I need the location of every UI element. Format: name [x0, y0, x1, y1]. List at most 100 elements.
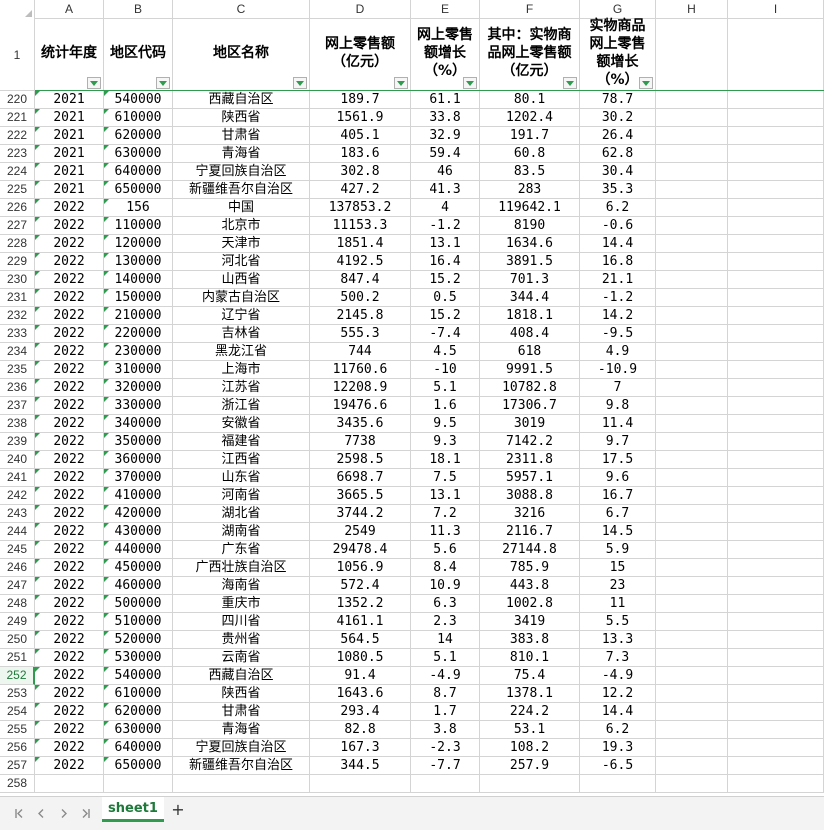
cell-g223[interactable]: 62.8: [580, 145, 656, 163]
cell-a246[interactable]: 2022: [35, 559, 104, 577]
cell-a255[interactable]: 2022: [35, 721, 104, 739]
filter-dropdown-icon[interactable]: [563, 77, 577, 89]
cell-f251[interactable]: 810.1: [480, 649, 580, 667]
column-header-c[interactable]: C: [173, 0, 310, 19]
cell-g239[interactable]: 9.7: [580, 433, 656, 451]
cell-g254[interactable]: 14.4: [580, 703, 656, 721]
cell-e255[interactable]: 3.8: [411, 721, 480, 739]
cell-d258[interactable]: [310, 775, 411, 793]
cell-h234[interactable]: [656, 343, 728, 361]
cell-c248[interactable]: 重庆市: [173, 595, 310, 613]
cell-b223[interactable]: 630000: [104, 145, 173, 163]
cell-d221[interactable]: 1561.9: [310, 109, 411, 127]
header-cell-c[interactable]: 地区名称: [173, 19, 310, 91]
cell-h222[interactable]: [656, 127, 728, 145]
row-header-254[interactable]: 254: [0, 703, 35, 721]
cell-a253[interactable]: 2022: [35, 685, 104, 703]
cell-f224[interactable]: 83.5: [480, 163, 580, 181]
cell-d247[interactable]: 572.4: [310, 577, 411, 595]
cell-d248[interactable]: 1352.2: [310, 595, 411, 613]
cell-d255[interactable]: 82.8: [310, 721, 411, 739]
sheet-tab-sheet1[interactable]: sheet1: [102, 797, 164, 822]
cell-a221[interactable]: 2021: [35, 109, 104, 127]
cell-g245[interactable]: 5.9: [580, 541, 656, 559]
cell-b241[interactable]: 370000: [104, 469, 173, 487]
cell-h241[interactable]: [656, 469, 728, 487]
cell-e246[interactable]: 8.4: [411, 559, 480, 577]
cell-c239[interactable]: 福建省: [173, 433, 310, 451]
cell-b238[interactable]: 340000: [104, 415, 173, 433]
cell-a241[interactable]: 2022: [35, 469, 104, 487]
cell-e249[interactable]: 2.3: [411, 613, 480, 631]
cell-d230[interactable]: 847.4: [310, 271, 411, 289]
cell-b227[interactable]: 110000: [104, 217, 173, 235]
filter-dropdown-icon[interactable]: [293, 77, 307, 89]
cell-f243[interactable]: 3216: [480, 505, 580, 523]
cell-i241[interactable]: [728, 469, 824, 487]
cell-d256[interactable]: 167.3: [310, 739, 411, 757]
cell-c254[interactable]: 甘肃省: [173, 703, 310, 721]
row-header-250[interactable]: 250: [0, 631, 35, 649]
cell-g243[interactable]: 6.7: [580, 505, 656, 523]
cell-d234[interactable]: 744: [310, 343, 411, 361]
cell-b243[interactable]: 420000: [104, 505, 173, 523]
row-header-252[interactable]: 252: [0, 667, 35, 685]
cell-e228[interactable]: 13.1: [411, 235, 480, 253]
cell-e252[interactable]: -4.9: [411, 667, 480, 685]
cell-e253[interactable]: 8.7: [411, 685, 480, 703]
add-sheet-button[interactable]: +: [170, 802, 186, 818]
cell-d237[interactable]: 19476.6: [310, 397, 411, 415]
cell-b252[interactable]: 540000: [104, 667, 173, 685]
column-header-d[interactable]: D: [310, 0, 411, 19]
cell-h229[interactable]: [656, 253, 728, 271]
cell-i242[interactable]: [728, 487, 824, 505]
row-header-237[interactable]: 237: [0, 397, 35, 415]
cell-a257[interactable]: 2022: [35, 757, 104, 775]
cell-f221[interactable]: 1202.4: [480, 109, 580, 127]
cell-f230[interactable]: 701.3: [480, 271, 580, 289]
header-cell-d[interactable]: 网上零售额 （亿元）: [310, 19, 411, 91]
cell-d231[interactable]: 500.2: [310, 289, 411, 307]
cell-c250[interactable]: 贵州省: [173, 631, 310, 649]
cell-h238[interactable]: [656, 415, 728, 433]
cell-a228[interactable]: 2022: [35, 235, 104, 253]
cell-f253[interactable]: 1378.1: [480, 685, 580, 703]
cell-c244[interactable]: 湖南省: [173, 523, 310, 541]
cell-d220[interactable]: 189.7: [310, 91, 411, 109]
cell-g250[interactable]: 13.3: [580, 631, 656, 649]
cell-h253[interactable]: [656, 685, 728, 703]
cell-b222[interactable]: 620000: [104, 127, 173, 145]
cell-d222[interactable]: 405.1: [310, 127, 411, 145]
cell-c240[interactable]: 江西省: [173, 451, 310, 469]
select-all-corner[interactable]: [0, 0, 35, 19]
cell-h240[interactable]: [656, 451, 728, 469]
cell-e251[interactable]: 5.1: [411, 649, 480, 667]
cell-c241[interactable]: 山东省: [173, 469, 310, 487]
row-header-240[interactable]: 240: [0, 451, 35, 469]
cell-e243[interactable]: 7.2: [411, 505, 480, 523]
cell-a243[interactable]: 2022: [35, 505, 104, 523]
cell-h226[interactable]: [656, 199, 728, 217]
cell-f257[interactable]: 257.9: [480, 757, 580, 775]
cell-f227[interactable]: 8190: [480, 217, 580, 235]
cell-h249[interactable]: [656, 613, 728, 631]
cell-g236[interactable]: 7: [580, 379, 656, 397]
cell-c223[interactable]: 青海省: [173, 145, 310, 163]
cell-d244[interactable]: 2549: [310, 523, 411, 541]
cell-g252[interactable]: -4.9: [580, 667, 656, 685]
prev-sheet-icon[interactable]: [34, 806, 48, 820]
cell-h237[interactable]: [656, 397, 728, 415]
cell-i246[interactable]: [728, 559, 824, 577]
cell-c220[interactable]: 西藏自治区: [173, 91, 310, 109]
cell-i230[interactable]: [728, 271, 824, 289]
cell-e231[interactable]: 0.5: [411, 289, 480, 307]
cell-h231[interactable]: [656, 289, 728, 307]
cell-c258[interactable]: [173, 775, 310, 793]
cell-b250[interactable]: 520000: [104, 631, 173, 649]
header-cell-b[interactable]: 地区代码: [104, 19, 173, 91]
cell-g230[interactable]: 21.1: [580, 271, 656, 289]
cell-h256[interactable]: [656, 739, 728, 757]
cell-e258[interactable]: [411, 775, 480, 793]
cell-b235[interactable]: 310000: [104, 361, 173, 379]
cell-g248[interactable]: 11: [580, 595, 656, 613]
